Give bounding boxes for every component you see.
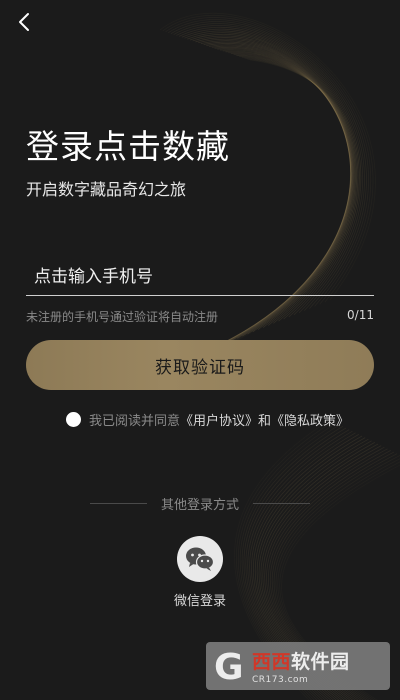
agreement-prefix: 我已阅读并同意	[89, 414, 181, 429]
page-subtitle: 开启数字藏品奇幻之旅	[26, 180, 187, 199]
get-code-button[interactable]: 获取验证码	[26, 340, 374, 390]
phone-number-input[interactable]	[26, 258, 374, 296]
watermark-name-white: 软件园	[291, 651, 350, 673]
watermark-name-red: 西西	[252, 651, 292, 673]
chevron-left-icon	[19, 13, 29, 31]
wechat-icon	[177, 536, 223, 582]
agreement-and-text: 和	[258, 414, 272, 429]
watermark-text: 西西软件园 CR173.com	[252, 647, 350, 685]
other-login-title: 其他登录方式	[161, 497, 240, 513]
back-button[interactable]	[10, 8, 38, 36]
watermark-name: 西西软件园	[252, 647, 350, 674]
divider-line-right	[253, 502, 311, 504]
page-title: 登录点击数藏	[26, 127, 230, 166]
phone-length-counter: 0/11	[347, 308, 374, 322]
divider-line-left	[90, 502, 147, 504]
login-screen: 登录点击数藏 开启数字藏品奇幻之旅 未注册的手机号通过验证将自动注册 0/11 …	[0, 0, 400, 700]
watermark-logo-icon: G	[214, 647, 244, 685]
agreement-radio[interactable]	[66, 412, 81, 427]
agreement-row: 我已阅读并同意 《用户协议》 和 《隐私政策》	[66, 410, 349, 429]
svg-text:G: G	[214, 647, 244, 685]
watermark-url: CR173.com	[252, 675, 309, 685]
user-agreement-link[interactable]: 《用户协议》	[180, 410, 258, 429]
wechat-login-label: 微信登录	[173, 594, 226, 609]
other-login-divider: 其他登录方式	[90, 494, 311, 513]
site-watermark: G 西西软件园 CR173.com	[206, 642, 390, 690]
wechat-login-button[interactable]: 微信登录	[166, 536, 234, 609]
register-hint: 未注册的手机号通过验证将自动注册	[26, 310, 219, 324]
privacy-policy-link[interactable]: 《隐私政策》	[271, 410, 349, 429]
